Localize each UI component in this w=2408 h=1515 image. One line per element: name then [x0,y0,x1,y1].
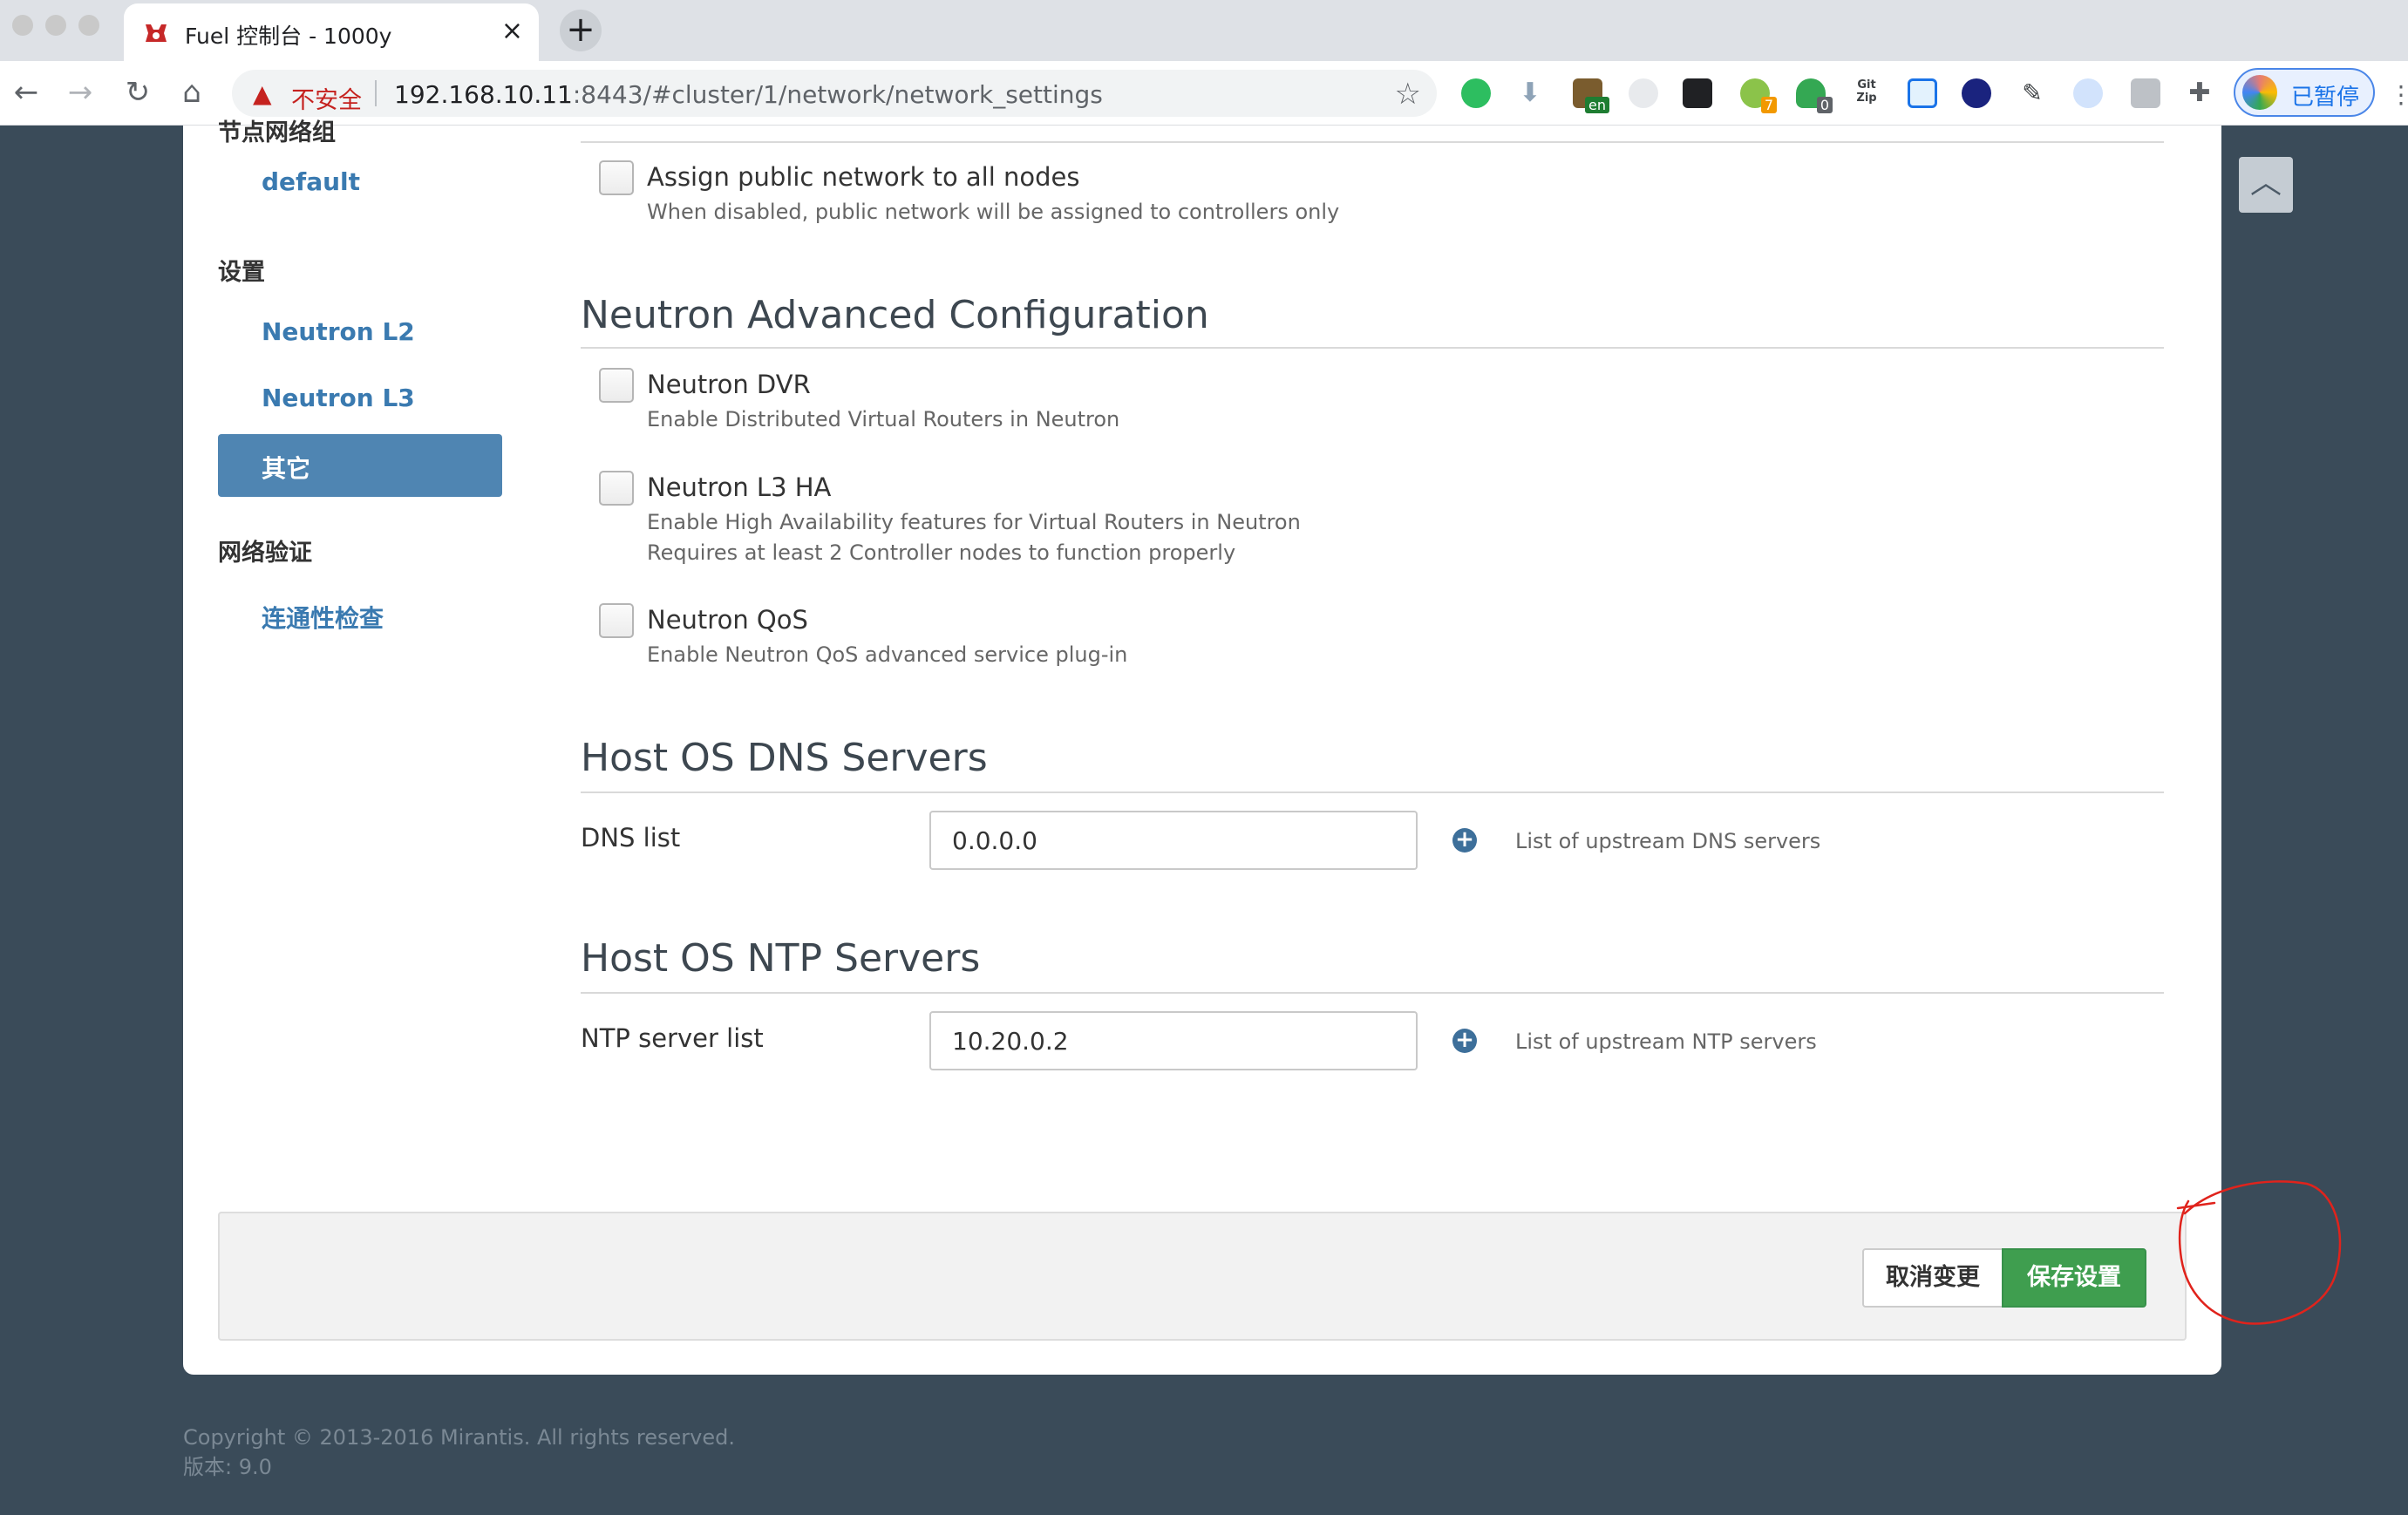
bookmark-star-icon[interactable]: ☆ [1395,77,1421,112]
tampermonkey-extension-icon[interactable] [1683,78,1712,108]
dns-list-label: DNS list [581,823,681,853]
sidebar-item-connectivity-check[interactable]: 连通性检查 [262,600,384,635]
neutron-l3-ha-requirement: Requires at least 2 Controller nodes to … [647,540,1236,565]
gitzip-extension-icon[interactable]: Git Zip [1852,78,1881,108]
ntp-section-title: Host OS NTP Servers [581,936,981,981]
ntp-server-list-input[interactable] [929,1011,1418,1070]
content-card: 节点网络组 default 设置 Neutron L2 Neutron L3 其… [183,119,2342,1375]
pen-extension-icon[interactable]: ✎ [2017,78,2047,108]
shield-extension-icon[interactable]: 0 [1796,78,1833,113]
section-divider [581,141,2164,143]
count-badge: 0 [1816,97,1833,113]
url-host: 192.168.10.11 [394,80,573,109]
download-extension-icon[interactable]: ⬇ [1515,78,1545,108]
more-menu-icon[interactable]: ⋮ [2389,80,2408,109]
browser-tab[interactable]: Fuel 控制台 - 1000y × [124,3,539,61]
green-circle-extension-icon[interactable]: 7 [1740,78,1777,113]
save-settings-button[interactable]: 保存设置 [2002,1248,2146,1308]
ntp-server-list-label: NTP server list [581,1023,764,1053]
neutron-l3-ha-label: Neutron L3 HA [647,472,832,502]
forward-arrow-icon[interactable]: → [61,73,99,112]
section-divider [581,347,2164,349]
sidebar-item-neutron-l2[interactable]: Neutron L2 [262,317,415,346]
page-background: 节点网络组 default 设置 Neutron L2 Neutron L3 其… [0,119,2408,1515]
sidebar-item-other[interactable]: 其它 [218,434,502,497]
neutron-qos-label: Neutron QoS [647,605,808,635]
public-network-checkbox[interactable] [599,160,634,195]
translate-extension-icon[interactable]: en [1573,78,1609,113]
count-badge: 7 [1760,97,1777,113]
neutron-l3-ha-description: Enable High Availability features for Vi… [647,510,1301,534]
sidebar-heading-network-verification: 网络验证 [218,540,312,567]
browser-toolbar: ← → ↻ ⌂ ▲ 不安全 192.168.10.11:8443/#cluste… [0,61,2408,126]
browser-tab-bar: Fuel 控制台 - 1000y × + [0,0,2408,61]
neutron-qos-description: Enable Neutron QoS advanced service plug… [647,642,1128,667]
tab-title: Fuel 控制台 - 1000y [185,24,392,49]
fuel-favicon-icon [146,24,167,42]
sidebar-heading-node-groups: 节点网络组 [218,119,336,146]
neutron-dvr-description: Enable Distributed Virtual Routers in Ne… [647,407,1120,431]
cancel-changes-button[interactable]: 取消变更 [1862,1248,2003,1308]
settings-action-bar: 取消变更 保存设置 [218,1212,2187,1341]
neutron-l3-ha-checkbox[interactable] [599,471,634,506]
window-close-dot[interactable] [12,15,33,36]
avatar [2242,75,2277,110]
sidebar-heading-settings: 设置 [218,259,265,286]
warning-triangle-icon: ▲ [253,79,272,108]
neutron-dvr-label: Neutron DVR [647,370,811,399]
section-divider [581,992,2164,994]
address-bar[interactable]: ▲ 不安全 192.168.10.11:8443/#cluster/1/netw… [232,70,1437,117]
cloud-extension-icon[interactable] [1629,78,1658,108]
scroll-to-top-button[interactable]: ︿ [2239,157,2293,213]
neutron-advanced-title: Neutron Advanced Configuration [581,293,1209,337]
public-network-label: Assign public network to all nodes [647,162,1080,192]
version-text: 版本: 9.0 [183,1455,272,1479]
neutron-dvr-checkbox[interactable] [599,368,634,403]
add-dns-server-icon[interactable]: + [1452,828,1477,853]
new-tab-button[interactable]: + [560,10,602,51]
section-divider [581,791,2164,793]
screenshot-extension-icon[interactable] [1908,78,1937,108]
lang-badge: en [1585,97,1609,113]
profile-status-label: 已暂停 [2291,85,2360,111]
puzzle-extensions-icon[interactable]: ✚ [2185,78,2214,108]
dns-list-input[interactable] [929,811,1418,870]
dns-section-title: Host OS DNS Servers [581,736,988,780]
copyright-footer: Copyright © 2013-2016 Mirantis. All righ… [183,1423,735,1482]
public-network-description: When disabled, public network will be as… [647,200,1340,224]
home-icon[interactable]: ⌂ [173,73,211,112]
sidebar-item-neutron-l3[interactable]: Neutron L3 [262,384,415,412]
folder-extension-icon[interactable] [2131,78,2160,108]
back-arrow-icon[interactable]: ← [7,73,45,112]
hand-drawn-circle-annotation [2176,1180,2342,1325]
profile-button[interactable]: 已暂停 [2234,68,2375,117]
url-path: :8443/#cluster/1/network/network_setting… [572,80,1103,109]
dns-help-text: List of upstream DNS servers [1515,829,1821,853]
media-extension-icon[interactable] [1962,78,1991,108]
neutron-qos-checkbox[interactable] [599,603,634,638]
window-maximize-dot[interactable] [78,15,99,36]
security-label[interactable]: 不安全 [291,81,362,115]
url-text[interactable]: 192.168.10.11:8443/#cluster/1/network/ne… [394,80,1103,109]
ntp-help-text: List of upstream NTP servers [1515,1029,1817,1054]
tab-close-icon[interactable]: × [501,16,523,47]
sidebar-item-default[interactable]: default [262,167,360,196]
evernote-extension-icon[interactable] [1461,78,1491,108]
url-divider [375,80,377,106]
copyright-text: Copyright © 2013-2016 Mirantis. All righ… [183,1425,735,1450]
add-ntp-server-icon[interactable]: + [1452,1029,1477,1053]
reload-icon[interactable]: ↻ [119,73,157,112]
window-minimize-dot[interactable] [45,15,66,36]
sidebar-item-label: 其它 [262,454,311,483]
cloud-sync-extension-icon[interactable] [2073,78,2103,108]
